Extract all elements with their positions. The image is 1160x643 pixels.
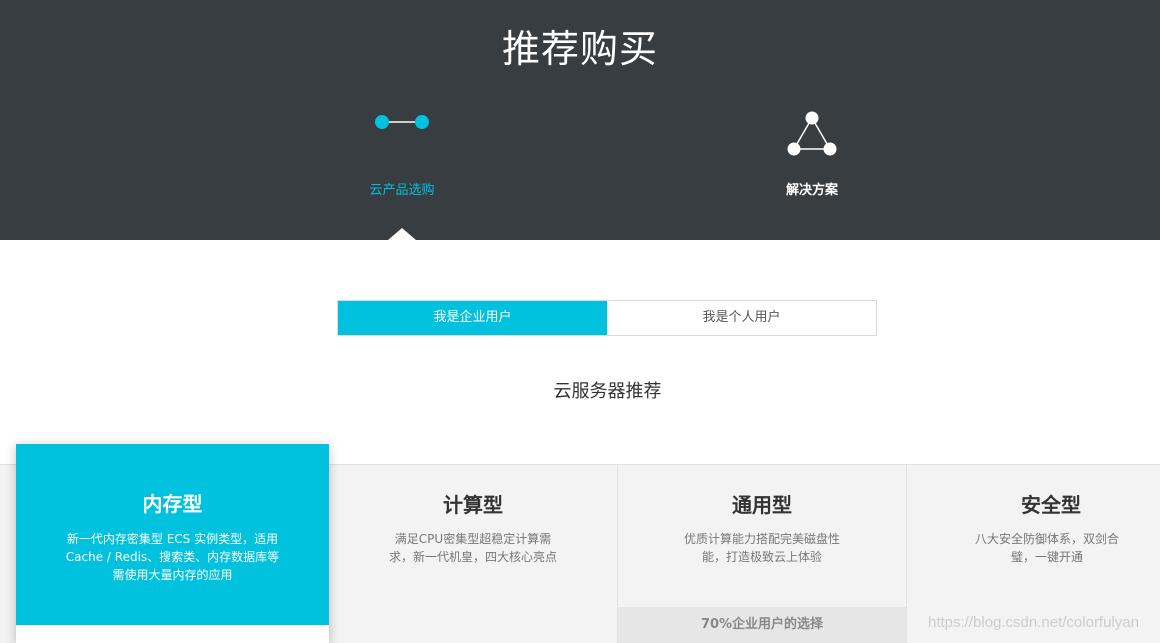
category-label: 解决方案 — [785, 183, 838, 198]
section-title: 云服务器推荐 — [553, 381, 662, 402]
category-solutions[interactable]: 解决方案 — [752, 110, 872, 205]
active-category-pointer — [388, 228, 416, 240]
watermark-text: https://blog.csdn.net/colorfulyan — [928, 614, 1139, 631]
card-title: 通用型 — [732, 493, 792, 517]
category-label: 云产品选购 — [369, 183, 435, 198]
tab-personal-user[interactable]: 我是个人用户 — [607, 301, 876, 335]
card-title: 内存型 — [142, 492, 203, 516]
category-product-purchase[interactable]: 云产品选购 — [342, 110, 462, 205]
popular-choice-badge: 70%企业用户的选择 — [618, 607, 906, 643]
card-title: 安全型 — [1021, 493, 1081, 517]
server-type-card-memory[interactable]: 内存型 新一代内存密集型 ECS 实例类型，适用 Cache / Redis、搜… — [16, 444, 329, 643]
card-description: 优质计算能力搭配完美磁盘性能，打造极致云上体验 — [683, 532, 840, 564]
card-description: 新一代内存密集型 ECS 实例类型，适用 Cache / Redis、搜索类、内… — [65, 532, 280, 582]
card-footer — [16, 625, 329, 643]
solution-triangle-icon — [787, 111, 837, 156]
card-description: 八大安全防御体系，双剑合璧，一键开通 — [974, 532, 1119, 564]
server-type-card-compute[interactable]: 计算型 满足CPU密集型超稳定计算需求，新一代机皇，四大核心亮点 — [329, 465, 617, 643]
card-title: 计算型 — [443, 493, 503, 517]
tab-enterprise-user[interactable]: 我是企业用户 — [338, 301, 607, 335]
hero-banner: 推荐购买 云产品选购 解决方案 — [0, 0, 1160, 240]
card-description: 满足CPU密集型超稳定计算需求，新一代机皇，四大核心亮点 — [388, 532, 557, 564]
user-type-switch: 我是企业用户 我是个人用户 — [337, 300, 877, 336]
product-link-icon — [375, 115, 429, 129]
page-title: 推荐购买 — [501, 27, 658, 71]
